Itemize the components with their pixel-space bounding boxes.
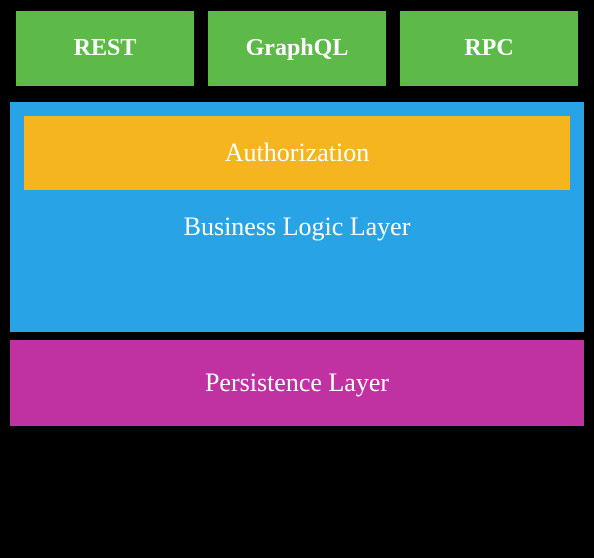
graphql-box: GraphQL (208, 11, 386, 86)
persistence-label: Persistence Layer (205, 368, 389, 397)
business-logic-layer: Authorization Business Logic Layer (10, 102, 584, 332)
rpc-label: RPC (464, 35, 513, 61)
rest-box: REST (16, 11, 194, 86)
rest-label: REST (74, 35, 137, 61)
authorization-box: Authorization (24, 116, 570, 190)
rpc-box: RPC (400, 11, 578, 86)
graphql-label: GraphQL (246, 35, 349, 61)
business-logic-label: Business Logic Layer (184, 212, 411, 242)
persistence-layer: Persistence Layer (10, 340, 584, 426)
api-endpoint-row: REST GraphQL RPC (0, 0, 594, 94)
authorization-label: Authorization (225, 138, 369, 167)
